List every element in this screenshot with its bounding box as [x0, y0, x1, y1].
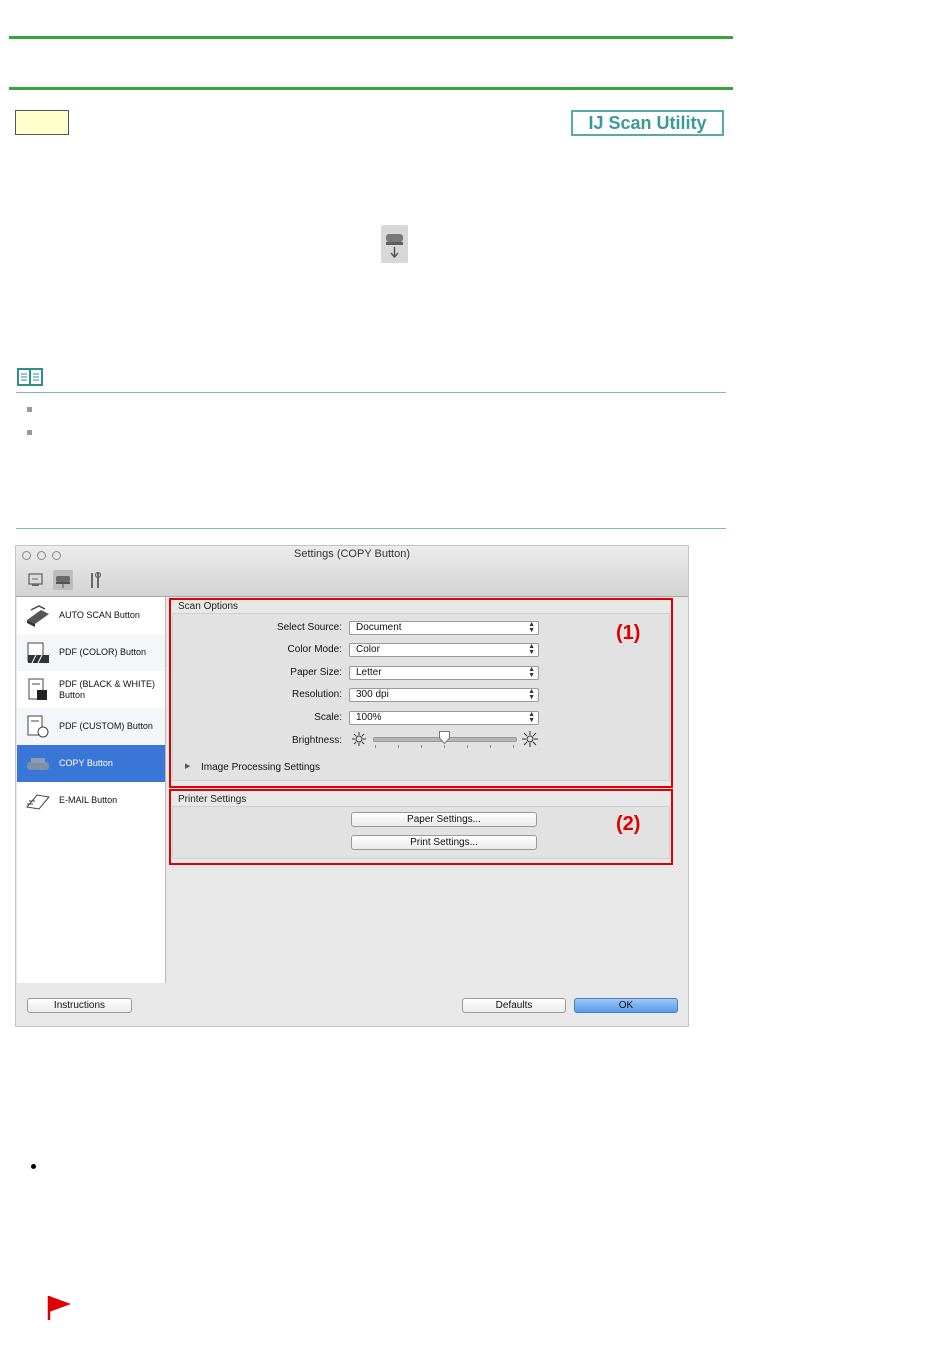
sidebar-item-copy[interactable]: COPY Button	[17, 745, 165, 782]
sidebar-item-label: PDF (COLOR) Button	[59, 647, 147, 657]
general-settings-tab[interactable]	[86, 570, 106, 590]
sidebar-item-pdf-bw[interactable]: PDF (BLACK & WHITE) Button	[17, 671, 165, 708]
section-tag	[15, 110, 69, 135]
button-sidebar: AUTO SCAN Button PDF (COLOR) Button PDF …	[17, 597, 166, 983]
settings-window: Settings (COPY Button) AUTO SCAN Button …	[15, 545, 689, 1027]
annotation-label-2: (2)	[616, 813, 641, 835]
settings-content: Scan Options Select Source: Document ▲ ▼ …	[166, 597, 688, 983]
section-rule	[16, 528, 726, 529]
defaults-button[interactable]: Defaults	[462, 998, 566, 1013]
flag-icon	[46, 1295, 74, 1321]
pdf-color-icon	[27, 642, 49, 664]
header-rule	[9, 87, 733, 90]
sidebar-empty-row	[17, 856, 165, 893]
window-title: Settings (COPY Button)	[294, 548, 410, 560]
note-bullet	[27, 430, 32, 435]
pdf-custom-icon	[27, 715, 49, 738]
sidebar-item-pdf-custom[interactable]: PDF (CUSTOM) Button	[17, 708, 165, 745]
sidebar-item-label: E-MAIL Button	[59, 795, 118, 805]
pdf-bw-icon	[28, 678, 47, 700]
computer-icon	[28, 573, 43, 586]
scanner-icon	[56, 576, 70, 588]
email-icon	[26, 794, 50, 810]
annotation-box-1	[169, 598, 673, 788]
annotation-label-1: (1)	[616, 622, 641, 644]
auto-scan-icon	[27, 605, 49, 627]
book-icon	[16, 366, 44, 388]
top-rule	[9, 36, 733, 39]
sidebar-item-pdf-color[interactable]: PDF (COLOR) Button	[17, 634, 165, 671]
sidebar-item-label: PDF (CUSTOM) Button	[59, 721, 153, 731]
window-titlebar: Settings (COPY Button)	[16, 546, 688, 597]
sidebar-item-label: COPY Button	[59, 758, 113, 768]
annotation-box-2	[169, 789, 673, 865]
scanner-icon	[381, 225, 408, 263]
sidebar-item-label: AUTO SCAN Button	[59, 610, 140, 620]
note-rule	[16, 392, 726, 393]
printer-icon	[27, 758, 49, 770]
scan-from-panel-tab[interactable]	[53, 570, 73, 590]
scan-from-computer-tab[interactable]	[26, 570, 46, 590]
list-bullet	[31, 1164, 36, 1169]
instructions-button[interactable]: Instructions	[27, 998, 132, 1013]
sidebar-empty-row	[17, 930, 165, 967]
sidebar-item-auto-scan[interactable]: AUTO SCAN Button	[17, 597, 165, 634]
sidebar-item-email[interactable]: E-MAIL Button	[17, 782, 165, 819]
tools-icon	[91, 571, 102, 588]
ok-button[interactable]: OK	[574, 998, 678, 1013]
app-badge: IJ Scan Utility	[571, 110, 724, 136]
note-bullet	[27, 407, 32, 412]
sidebar-item-label: PDF (BLACK & WHITE) Button	[59, 678, 156, 700]
